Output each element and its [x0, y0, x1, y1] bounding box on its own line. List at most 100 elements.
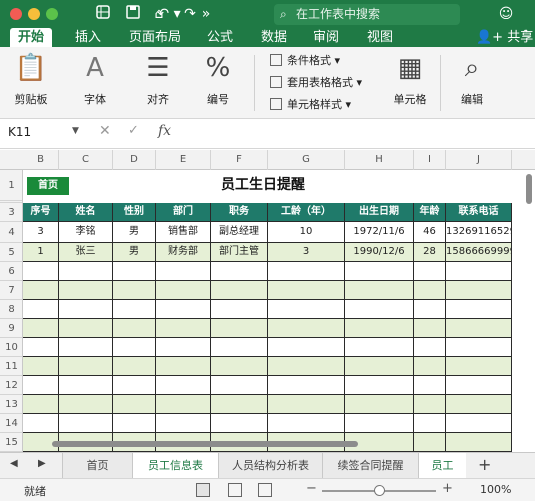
table-cell[interactable] [446, 357, 512, 376]
row-header[interactable]: 10 [0, 338, 22, 357]
column-title-cell[interactable]: 部门 [156, 203, 211, 222]
column-header[interactable]: G [268, 150, 345, 170]
table-cell[interactable] [211, 262, 268, 281]
add-sheet-icon[interactable]: + [478, 455, 491, 474]
table-cell[interactable] [23, 338, 59, 357]
table-cell[interactable] [59, 395, 113, 414]
row-header[interactable]: 3 [0, 203, 22, 222]
tab-view[interactable]: 视图 [360, 28, 400, 47]
table-cell[interactable]: 销售部 [156, 222, 211, 243]
table-cell[interactable] [156, 319, 211, 338]
table-cell[interactable] [23, 395, 59, 414]
table-cell[interactable] [345, 376, 414, 395]
column-header[interactable]: B [23, 150, 59, 170]
table-cell[interactable] [113, 281, 156, 300]
table-cell[interactable] [211, 338, 268, 357]
table-cell[interactable] [23, 376, 59, 395]
table-cell[interactable] [414, 300, 446, 319]
column-header[interactable]: C [59, 150, 113, 170]
table-cell[interactable] [211, 395, 268, 414]
table-cell[interactable] [113, 338, 156, 357]
table-cell[interactable]: 28 [414, 243, 446, 262]
table-cell[interactable] [59, 338, 113, 357]
table-cell[interactable] [268, 376, 345, 395]
zoom-in-icon[interactable]: + [442, 481, 453, 496]
grid-icon[interactable] [94, 4, 112, 24]
table-cell[interactable] [268, 395, 345, 414]
table-cell[interactable] [23, 357, 59, 376]
table-cell[interactable] [59, 376, 113, 395]
table-cell[interactable]: 男 [113, 222, 156, 243]
page-break-view-icon[interactable] [258, 483, 272, 497]
table-cell[interactable]: 财务部 [156, 243, 211, 262]
table-cell[interactable] [268, 319, 345, 338]
vertical-scrollbar[interactable] [526, 174, 532, 204]
table-cell[interactable]: 副总经理 [211, 222, 268, 243]
column-header[interactable]: E [156, 150, 211, 170]
table-cell[interactable] [414, 281, 446, 300]
table-cell[interactable] [345, 319, 414, 338]
table-cell[interactable]: 10 [268, 222, 345, 243]
table-cell[interactable] [414, 319, 446, 338]
table-cell[interactable]: 3 [268, 243, 345, 262]
close-window-button[interactable] [10, 8, 22, 20]
zoom-window-button[interactable] [46, 8, 58, 20]
column-title-cell[interactable]: 姓名 [59, 203, 113, 222]
table-cell[interactable]: 15866669999 [446, 243, 512, 262]
tab-review[interactable]: 审阅 [306, 28, 346, 47]
table-cell[interactable] [414, 357, 446, 376]
row-header[interactable]: 5 [0, 243, 22, 262]
table-cell[interactable] [446, 414, 512, 433]
align-button[interactable]: ☰ 对齐 [136, 51, 180, 107]
column-title-cell[interactable]: 出生日期 [345, 203, 414, 222]
table-cell[interactable] [59, 319, 113, 338]
table-cell[interactable] [59, 281, 113, 300]
table-cell[interactable] [345, 338, 414, 357]
table-cell[interactable] [59, 262, 113, 281]
sheet-tab-contract-renewal[interactable]: 续签合同提醒 [322, 453, 418, 478]
column-header[interactable]: D [113, 150, 156, 170]
clipboard-button[interactable]: 📋 剪贴板 [8, 51, 54, 107]
table-cell[interactable] [211, 300, 268, 319]
table-cell[interactable] [345, 281, 414, 300]
redo-icon[interactable]: ↷ [180, 4, 200, 24]
column-header[interactable]: F [211, 150, 268, 170]
table-cell[interactable] [113, 376, 156, 395]
table-cell[interactable] [345, 300, 414, 319]
chevron-down-icon[interactable]: ▼ [72, 126, 79, 136]
table-cell[interactable]: 46 [414, 222, 446, 243]
table-cell[interactable]: 1 [23, 243, 59, 262]
table-cell[interactable] [156, 395, 211, 414]
column-header[interactable]: I [414, 150, 446, 170]
name-box[interactable]: K11 [8, 125, 31, 139]
column-title-cell[interactable]: 年龄 [414, 203, 446, 222]
table-cell[interactable]: 1972/11/6 [345, 222, 414, 243]
table-cell[interactable] [414, 338, 446, 357]
table-cell[interactable] [414, 433, 446, 452]
table-cell[interactable] [156, 300, 211, 319]
minimize-window-button[interactable] [28, 8, 40, 20]
table-cell[interactable] [446, 300, 512, 319]
tab-insert[interactable]: 插入 [68, 28, 108, 47]
table-cell[interactable] [211, 376, 268, 395]
table-cell[interactable] [211, 281, 268, 300]
tab-home[interactable]: 开始 [10, 28, 52, 47]
table-cell[interactable] [156, 262, 211, 281]
table-cell[interactable]: 1990/12/6 [345, 243, 414, 262]
number-button[interactable]: % 编号 [196, 51, 240, 107]
row-header[interactable]: 7 [0, 281, 22, 300]
row-header[interactable]: 9 [0, 319, 22, 338]
table-cell[interactable] [211, 319, 268, 338]
conditional-format-button[interactable]: 条件格式 ▾ [270, 52, 340, 70]
table-cell[interactable] [268, 281, 345, 300]
page-layout-view-icon[interactable] [228, 483, 242, 497]
table-cell[interactable]: 13269116529 [446, 222, 512, 243]
table-cell[interactable] [345, 414, 414, 433]
table-cell[interactable]: 部门主管 [211, 243, 268, 262]
table-cell[interactable] [59, 357, 113, 376]
more-icon[interactable]: » [198, 4, 214, 24]
table-cell[interactable] [156, 414, 211, 433]
next-sheet-icon[interactable]: ▶ [38, 458, 46, 469]
table-cell[interactable] [156, 376, 211, 395]
table-format-button[interactable]: 套用表格格式 ▾ [270, 74, 362, 92]
